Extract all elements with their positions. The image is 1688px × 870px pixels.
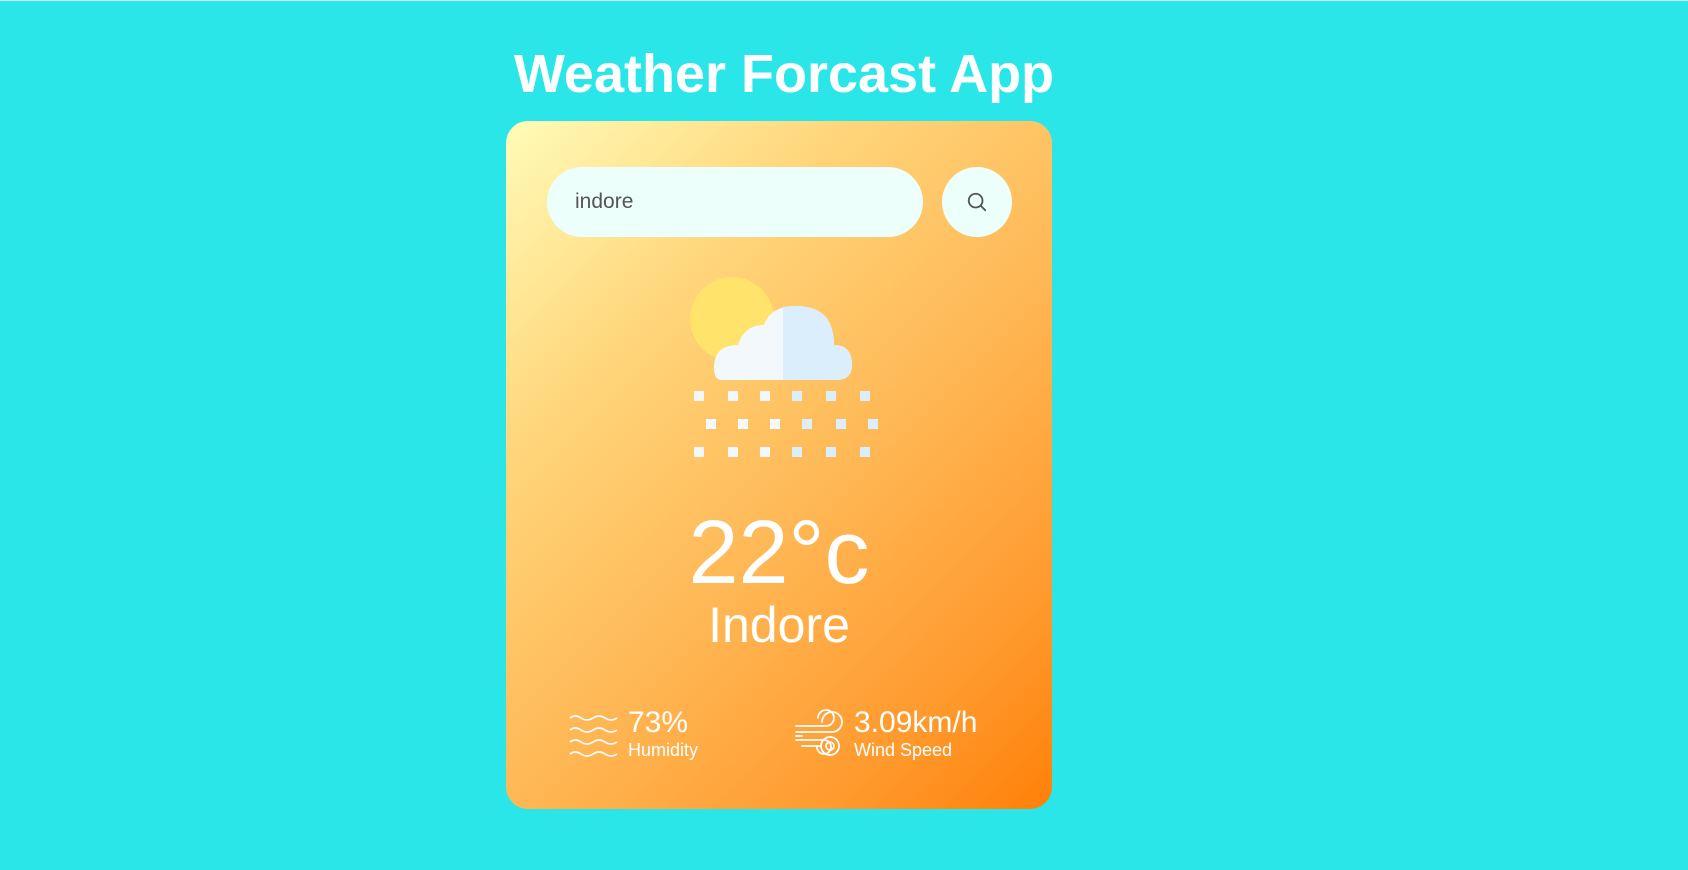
city-name: Indore [708, 597, 850, 653]
humidity-value: 73% [628, 706, 689, 739]
wind-detail: 3.09km/h Wind Speed [794, 707, 977, 761]
temperature-value: 22°c [688, 503, 870, 603]
humidity-label: Humidity [628, 740, 699, 760]
search-button[interactable] [942, 167, 1012, 237]
snow-cloud-sun-icon [690, 277, 878, 457]
search-icon [967, 192, 987, 212]
humidity-waves-icon [569, 715, 618, 757]
page-title: Weather Forcast App [513, 44, 1055, 104]
search-input[interactable] [547, 167, 923, 237]
wind-icon [795, 709, 843, 756]
weather-card: 22°c Indore 73% Humidity [506, 121, 1052, 809]
wind-speed-label: Wind Speed [854, 740, 953, 760]
humidity-detail: 73% Humidity [568, 707, 698, 761]
wind-speed-value: 3.09km/h [854, 706, 978, 739]
